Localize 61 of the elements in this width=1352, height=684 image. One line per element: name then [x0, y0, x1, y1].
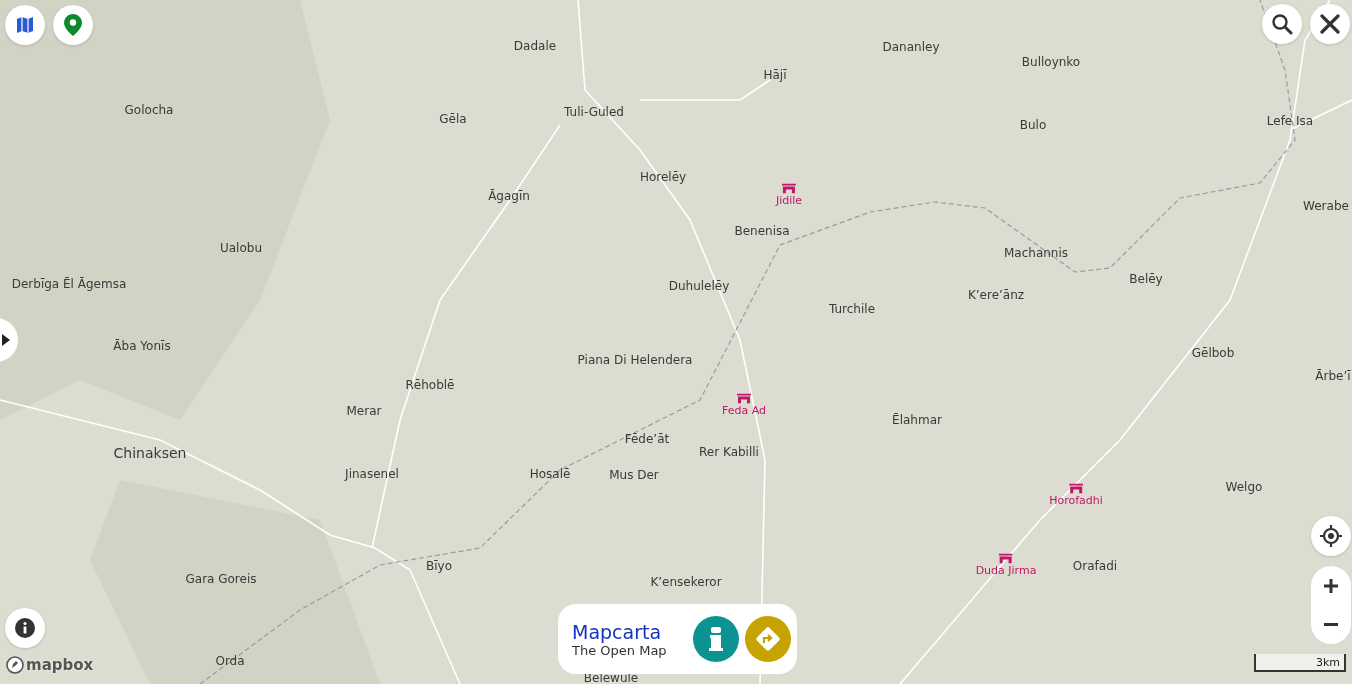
place-label[interactable]: Golocha — [124, 103, 174, 117]
plus-icon — [1323, 577, 1339, 594]
map-icon — [15, 15, 35, 35]
building-icon — [782, 183, 796, 194]
attribution-logo[interactable]: mapbox — [26, 656, 94, 674]
place-label[interactable]: Fēde’āt — [624, 432, 670, 446]
place-label[interactable]: Duda Jirma — [975, 563, 1037, 577]
info-icon — [707, 626, 725, 652]
place-label[interactable]: Derbīga Ēl Āgemsa — [11, 277, 127, 291]
brand-subtitle: The Open Map — [572, 642, 668, 658]
place-label[interactable]: Turchile — [829, 302, 875, 316]
place-label[interactable]: K’ensekeror — [650, 575, 722, 589]
place-label[interactable]: Dadale — [513, 39, 557, 53]
place-label[interactable]: Bulo — [1019, 118, 1047, 132]
place-label[interactable]: Bīyo — [426, 559, 452, 573]
place-label[interactable]: Benenisa — [734, 224, 790, 238]
place-label[interactable]: Duhulelēy — [668, 279, 730, 293]
place-label[interactable]: Welgo — [1225, 480, 1263, 494]
place-label[interactable]: Machannis — [1003, 246, 1069, 260]
place-label[interactable]: Rer Kabilli — [699, 445, 759, 459]
place-label[interactable]: Jidile — [775, 193, 803, 207]
place-label[interactable]: Gara Goreis — [185, 572, 257, 586]
place-label[interactable]: Feda Ad — [722, 403, 766, 417]
place-label[interactable]: Lefe Isa — [1266, 114, 1314, 128]
place-label[interactable]: Piana Di Helendera — [577, 353, 693, 367]
crosshair-icon — [1320, 525, 1342, 547]
search-icon — [1271, 13, 1293, 35]
place-label[interactable]: Orafadi — [1072, 559, 1118, 573]
place-label[interactable]: Rēhoblē — [405, 378, 455, 392]
place-label[interactable]: Ārbe’ī — [1315, 369, 1351, 383]
info-icon — [15, 618, 35, 638]
place-label[interactable]: Āgagīn — [488, 189, 530, 203]
place-label[interactable]: Jinasenel — [345, 467, 399, 481]
place-label[interactable]: Ēlahmar — [892, 413, 942, 427]
building-icon — [737, 393, 751, 404]
place-label[interactable]: Merar — [346, 404, 382, 418]
scale-bar: 3km — [1254, 654, 1346, 672]
building-icon — [1069, 483, 1083, 494]
place-label[interactable]: Tuli-Guled — [564, 105, 624, 119]
place-label[interactable]: Gēlbob — [1191, 346, 1235, 360]
place-label[interactable]: Werabe — [1303, 199, 1349, 213]
minus-icon — [1323, 623, 1339, 626]
place-label[interactable]: Bulloynko — [1021, 55, 1081, 69]
pin-icon — [64, 14, 82, 36]
place-label[interactable]: Belēy — [1129, 272, 1163, 286]
place-label[interactable]: Chinaksen — [113, 445, 187, 461]
place-label[interactable]: Gēla — [439, 112, 467, 126]
brand-title[interactable]: Mapcarta — [572, 620, 687, 643]
place-label[interactable]: Hosalē — [529, 467, 571, 481]
place-label[interactable]: Horelēy — [639, 170, 687, 184]
place-label[interactable]: Hājī — [763, 68, 787, 82]
place-label[interactable]: Mus Der — [609, 468, 659, 482]
place-label[interactable]: Dananley — [882, 40, 940, 54]
close-icon — [1320, 14, 1340, 34]
place-label[interactable]: Orda — [215, 654, 245, 668]
place-label[interactable]: Horofadhi — [1049, 493, 1103, 507]
place-label[interactable]: Āba Yonīs — [113, 339, 171, 353]
caret-icon — [2, 334, 10, 346]
place-label[interactable]: Ualobu — [220, 241, 262, 255]
building-icon — [999, 553, 1013, 564]
place-label[interactable]: K’ere’ānz — [967, 288, 1025, 302]
